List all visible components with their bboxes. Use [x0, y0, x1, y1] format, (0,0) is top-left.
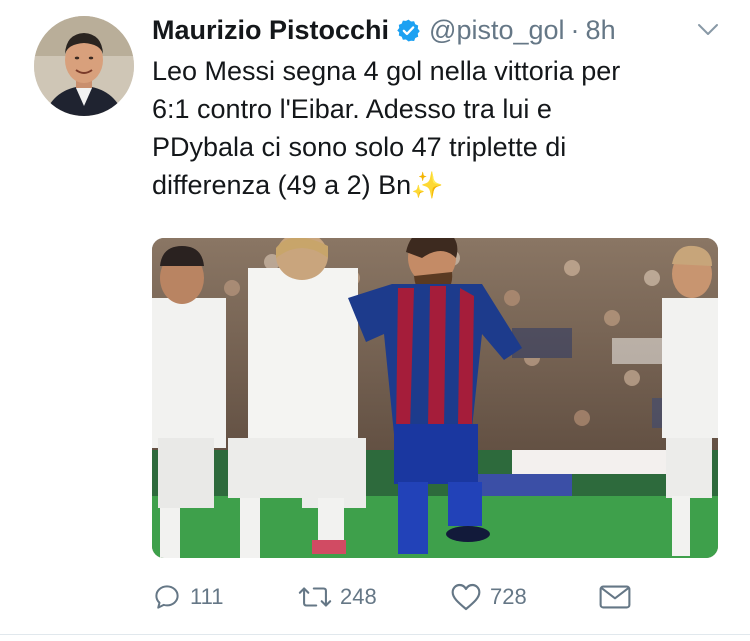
sparkles-emoji: ✨	[411, 170, 444, 200]
tweet-timestamp[interactable]: 8h	[586, 15, 616, 46]
retweet-count: 248	[340, 584, 377, 609]
heart-icon	[450, 582, 482, 612]
tweet-media-image[interactable]	[152, 238, 718, 558]
tweet-text-line-content: differenza (49 a 2) Bn	[152, 170, 412, 200]
tweet-text: Leo Messi segna 4 gol nella vittoria per…	[152, 52, 732, 204]
like-count: 728	[490, 584, 527, 609]
tweet-actions: 111 248 728	[152, 578, 722, 616]
reply-icon	[152, 582, 182, 612]
reply-count: 111	[190, 584, 224, 609]
author-name[interactable]: Maurizio Pistocchi	[152, 15, 389, 46]
tweet-text-line: differenza (49 a 2) Bn✨	[152, 166, 732, 204]
tweet-text-line: 6:1 contro l'Eibar. Adesso tra lui e	[152, 94, 552, 124]
meta-separator: ·	[570, 14, 580, 45]
direct-message-button[interactable]	[598, 578, 632, 616]
tweet-header: Maurizio Pistocchi @pisto_gol · 8h	[152, 12, 616, 48]
like-button[interactable]: 728	[450, 578, 527, 616]
tweet-text-line: Leo Messi segna 4 gol nella vittoria per	[152, 56, 621, 86]
verified-badge-icon	[396, 18, 421, 43]
chevron-down-icon[interactable]	[696, 22, 720, 38]
retweet-button[interactable]: 248	[298, 578, 377, 616]
divider	[0, 634, 750, 635]
retweet-icon	[298, 582, 332, 612]
reply-button[interactable]: 111	[152, 578, 223, 616]
tweet-card[interactable]: Maurizio Pistocchi @pisto_gol · 8h Leo M…	[0, 0, 750, 641]
author-handle[interactable]: @pisto_gol	[429, 15, 565, 46]
tweet-text-line: PDybala ci sono solo 47 triplette di	[152, 132, 567, 162]
envelope-icon	[598, 583, 632, 611]
avatar[interactable]	[34, 16, 134, 116]
